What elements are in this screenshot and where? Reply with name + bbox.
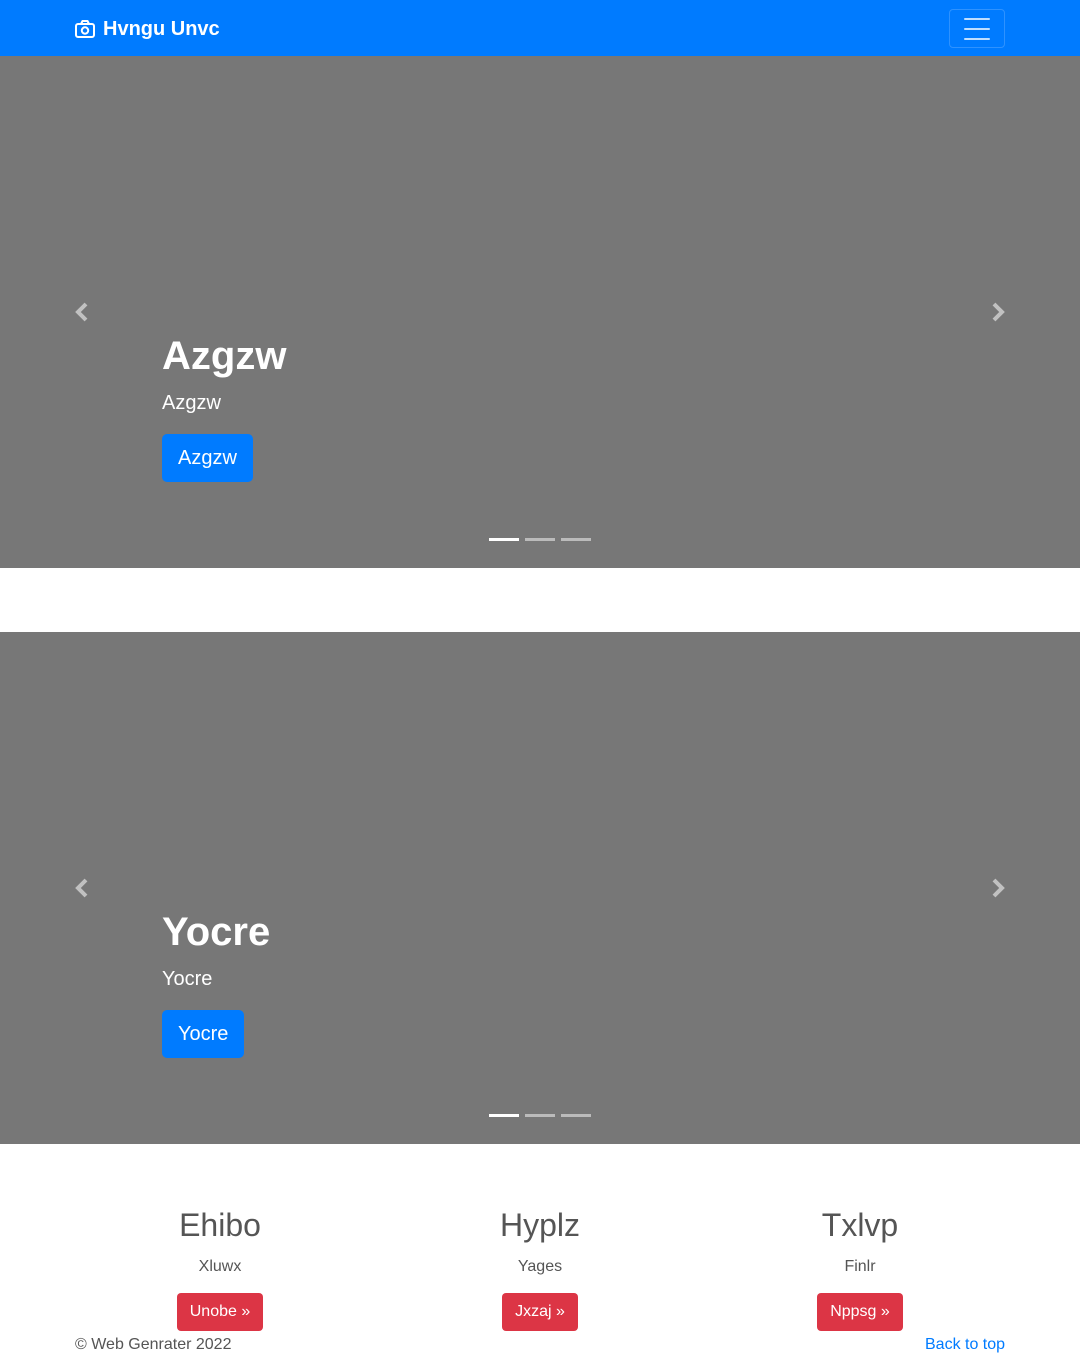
feature-button[interactable]: Unobe »: [176, 1293, 264, 1331]
indicator-3[interactable]: [561, 1114, 591, 1117]
slide-text: Azgzw: [162, 392, 221, 414]
slide-button[interactable]: Azgzw: [162, 434, 253, 482]
secondary-carousel: Yocre Yocre Yocre: [0, 632, 1080, 1144]
carousel-indicators: [489, 538, 591, 541]
footer-copyright: © Web Genrater 2022: [75, 1336, 232, 1353]
chevron-left-icon: [75, 302, 88, 322]
chevron-left-icon: [75, 878, 88, 898]
carousel-caption: Yocre Yocre Yocre: [162, 908, 270, 1058]
indicator-2[interactable]: [525, 538, 555, 541]
slide-text: Yocre: [162, 968, 213, 990]
feature-column: Txlvp Finlr Nppsg »: [710, 1205, 1010, 1331]
slide-button[interactable]: Yocre: [162, 1010, 245, 1058]
feature-button[interactable]: Jxzaj »: [502, 1293, 578, 1331]
carousel-caption: Azgzw Azgzw Azgzw: [162, 332, 286, 482]
feature-title: Hyplz: [499, 1207, 580, 1243]
feature-title: Txlvp: [821, 1207, 899, 1243]
carousel-next-button[interactable]: [986, 300, 1010, 324]
brand-link[interactable]: Hvngu Unvc: [75, 16, 220, 42]
back-to-top-link[interactable]: Back to top: [925, 1334, 1005, 1356]
brand-name: Hvngu Unvc: [103, 17, 220, 40]
slide-title: Azgzw: [162, 334, 287, 378]
carousel-prev-button[interactable]: [70, 300, 94, 324]
carousel-next-button[interactable]: [986, 876, 1010, 900]
feature-button[interactable]: Nppsg »: [817, 1293, 903, 1331]
hamburger-icon: [964, 17, 990, 20]
feature-text: Yages: [517, 1258, 563, 1275]
feature-column: Hyplz Yages Jxzaj »: [390, 1205, 690, 1331]
carousel-prev-button[interactable]: [70, 876, 94, 900]
chevron-right-icon: [992, 878, 1005, 898]
feature-column: Ehibo Xluwx Unobe »: [70, 1205, 370, 1331]
hero-carousel: Azgzw Azgzw Azgzw: [0, 56, 1080, 568]
indicator-2[interactable]: [525, 1114, 555, 1117]
carousel-indicators: [489, 1114, 591, 1117]
chevron-right-icon: [992, 302, 1005, 322]
indicator-3[interactable]: [561, 538, 591, 541]
camera-icon: [75, 20, 95, 38]
slide-title: Yocre: [162, 910, 271, 954]
feature-text: Finlr: [844, 1258, 876, 1275]
indicator-1[interactable]: [489, 538, 519, 541]
indicator-1[interactable]: [489, 1114, 519, 1117]
feature-title: Ehibo: [179, 1207, 261, 1243]
feature-text: Xluwx: [198, 1258, 242, 1275]
navbar: Hvngu Unvc: [0, 0, 1080, 56]
navbar-toggler-button[interactable]: [949, 9, 1005, 48]
